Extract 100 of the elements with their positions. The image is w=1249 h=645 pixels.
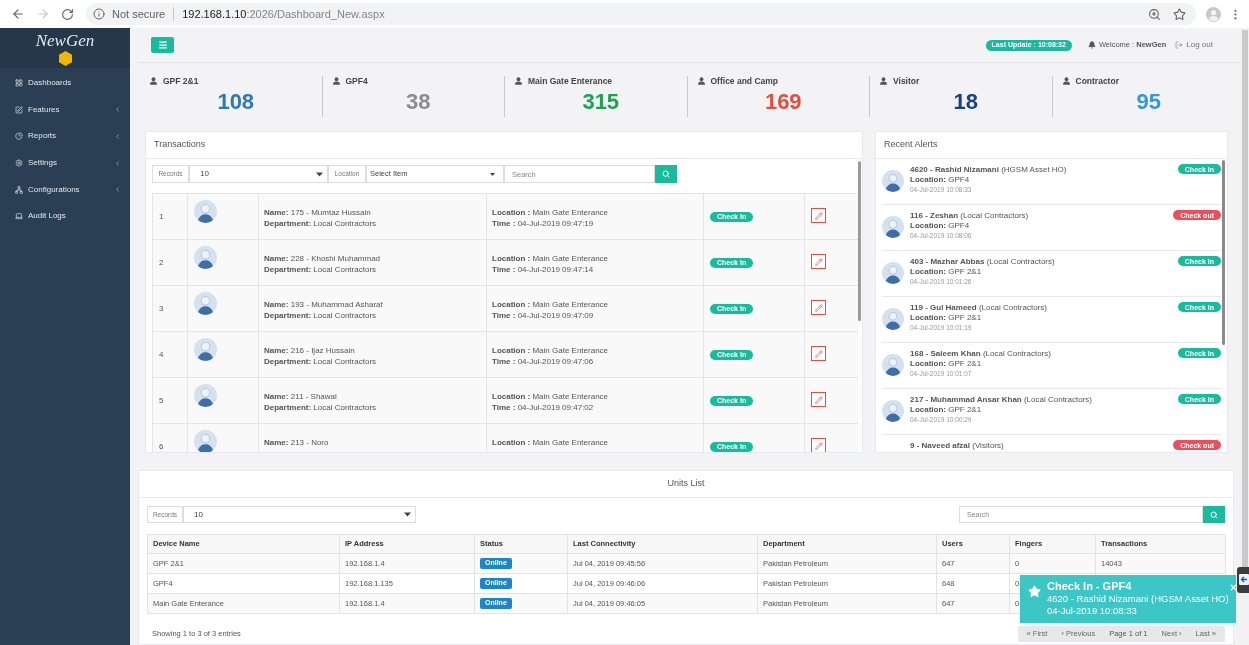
address-bar[interactable]: Not secure 192.168.1.10:2026/Dashboard_New.aspx bbox=[86, 3, 1196, 25]
alert-person: 168 - Saleem Khan (Local Contractors) bbox=[910, 349, 1051, 359]
row-number: 1 bbox=[159, 210, 164, 223]
alert-person: 119 - Gul Hameed (Local Contractors) bbox=[910, 303, 1047, 313]
logout-icon[interactable] bbox=[1175, 41, 1184, 49]
edit-button[interactable] bbox=[811, 438, 826, 452]
pencil-icon bbox=[814, 303, 823, 312]
chevron-left-icon bbox=[114, 159, 121, 167]
edit-button[interactable] bbox=[811, 254, 826, 269]
employee-name: Name: 193 - Muhammad Asharaf bbox=[264, 299, 383, 310]
pencil-icon bbox=[814, 211, 823, 220]
caret-down-icon bbox=[316, 171, 323, 177]
menu-button[interactable] bbox=[151, 37, 174, 53]
employee-name: Name: 228 - Khoshi Muhammad bbox=[264, 253, 381, 264]
employee-name: Name: 175 - Mumtaz Hussain bbox=[264, 207, 371, 218]
toast-message: 4620 - Rashid Nizamani (HGSM Asset HO) bbox=[1047, 593, 1229, 605]
panel-title: Transactions bbox=[154, 138, 206, 152]
stat-value: 18 bbox=[953, 89, 978, 115]
close-icon[interactable] bbox=[1228, 583, 1238, 592]
employee-department: Department: Local Contractors bbox=[264, 310, 377, 321]
grid-icon bbox=[15, 79, 23, 88]
stat-value: 38 bbox=[406, 89, 431, 115]
sidebar-item[interactable]: Reports bbox=[0, 123, 130, 150]
alert-person: 4620 - Rashid Nizamani (HGSM Asset HO) bbox=[910, 165, 1067, 175]
stat-value: 315 bbox=[582, 89, 620, 115]
stat-label: GPF 2&1 bbox=[163, 74, 199, 88]
panel-title: Units List bbox=[667, 477, 705, 491]
pencil-icon bbox=[814, 441, 823, 450]
bell-icon[interactable] bbox=[1087, 41, 1096, 49]
stat-label: GPF4 bbox=[345, 74, 368, 88]
edit-button[interactable] bbox=[811, 392, 826, 407]
location-text: Location : Main Gate Enterance bbox=[492, 345, 609, 356]
sidebar-item[interactable]: Configurations bbox=[0, 176, 130, 203]
stat-label: Main Gate Enterance bbox=[528, 74, 613, 88]
chevron-left-icon bbox=[114, 106, 121, 114]
stat-value: 108 bbox=[217, 89, 255, 115]
alert-location: Location: GPF4 bbox=[910, 175, 970, 185]
alert-location: Location: GPF 2&1 bbox=[910, 359, 982, 369]
caret-down-icon bbox=[404, 512, 411, 517]
info-icon[interactable] bbox=[93, 8, 105, 20]
settings-icon bbox=[15, 159, 23, 168]
alert-location: Location: GPF4 bbox=[910, 221, 970, 231]
star-icon bbox=[1028, 585, 1041, 598]
toast-time: 04-Jul-2019 10:08:33 bbox=[1047, 605, 1137, 617]
back-icon[interactable] bbox=[11, 7, 25, 21]
time-text: Time : 04-Jul-2019 09:47:09 bbox=[492, 310, 594, 321]
edit-button[interactable] bbox=[811, 208, 826, 223]
stat-label: Office and Camp bbox=[710, 74, 779, 88]
alert-person: 403 - Mazhar Abbas (Local Contractors) bbox=[910, 257, 1055, 267]
row-number: 4 bbox=[159, 348, 164, 361]
chevron-left-icon bbox=[114, 133, 121, 140]
arrow-tab-icon[interactable] bbox=[1237, 567, 1249, 593]
location-text: Location : Main Gate Enterance bbox=[492, 391, 609, 402]
location-text: Location : Main Gate Enterance bbox=[492, 207, 609, 218]
alert-person: 217 - Muhammad Ansar Khan (Local Contractors) bbox=[910, 395, 1092, 405]
edit-button[interactable] bbox=[811, 346, 826, 361]
zoom-icon[interactable] bbox=[1148, 7, 1161, 21]
time-text: Time : 04-Jul-2019 09:47:19 bbox=[492, 218, 594, 229]
records-select[interactable]: 10 bbox=[183, 506, 416, 523]
panel-scrollbar[interactable] bbox=[1222, 160, 1225, 345]
employee-name: Name: 211 - Shawal bbox=[264, 391, 337, 402]
sitemap-icon bbox=[15, 185, 23, 194]
avatar-icon bbox=[882, 216, 904, 238]
sidebar-item[interactable]: Settings bbox=[0, 149, 130, 177]
caret-down-icon bbox=[490, 172, 495, 176]
search-icon bbox=[1210, 510, 1218, 519]
avatar-icon bbox=[882, 354, 904, 376]
avatar-icon bbox=[194, 338, 217, 361]
alert-location: Location: GPF 2&1 bbox=[910, 267, 982, 277]
alert-location: Location: GPF 2&1 bbox=[910, 313, 982, 323]
star-icon[interactable] bbox=[1173, 7, 1186, 21]
user-icon bbox=[150, 77, 157, 85]
stat-label: Contractor bbox=[1075, 74, 1119, 88]
time-text: Time : 04-Jul-2019 09:47:14 bbox=[492, 264, 594, 275]
edit-button[interactable] bbox=[811, 300, 826, 315]
avatar-icon bbox=[194, 246, 217, 269]
stat-value: 169 bbox=[764, 89, 802, 115]
sidebar-item[interactable]: Audit Logs bbox=[0, 202, 130, 230]
stat-value: 95 bbox=[1136, 89, 1161, 115]
records-select[interactable]: 10 bbox=[189, 165, 328, 183]
avatar-icon bbox=[882, 308, 904, 330]
security-label: Not secure bbox=[112, 6, 166, 22]
reload-icon[interactable] bbox=[61, 7, 74, 21]
employee-name: Name: 216 - Ijaz Hussain bbox=[264, 345, 355, 356]
sidebar-item[interactable]: Features bbox=[0, 96, 130, 124]
logout-link[interactable]: Log out bbox=[1186, 39, 1213, 51]
toast-title: Check In - GPF4 bbox=[1047, 580, 1132, 593]
user-icon bbox=[697, 77, 705, 85]
location-text: Location : Main Gate Enterance bbox=[492, 253, 609, 264]
menu-icon bbox=[157, 40, 168, 50]
location-text: Location : Main Gate Enterance bbox=[492, 299, 609, 310]
location-text: Location : Main Gate Enterance bbox=[492, 437, 609, 448]
user-icon bbox=[1062, 77, 1070, 85]
page-scrollbar[interactable] bbox=[1240, 28, 1249, 645]
row-number: 3 bbox=[159, 302, 164, 315]
panel-scrollbar[interactable] bbox=[858, 161, 861, 321]
logo-text: NewGen bbox=[35, 31, 95, 50]
avatar-icon bbox=[882, 400, 904, 422]
sidebar-item[interactable]: Dashboards bbox=[0, 70, 130, 97]
panel-title: Recent Alerts bbox=[884, 138, 938, 152]
